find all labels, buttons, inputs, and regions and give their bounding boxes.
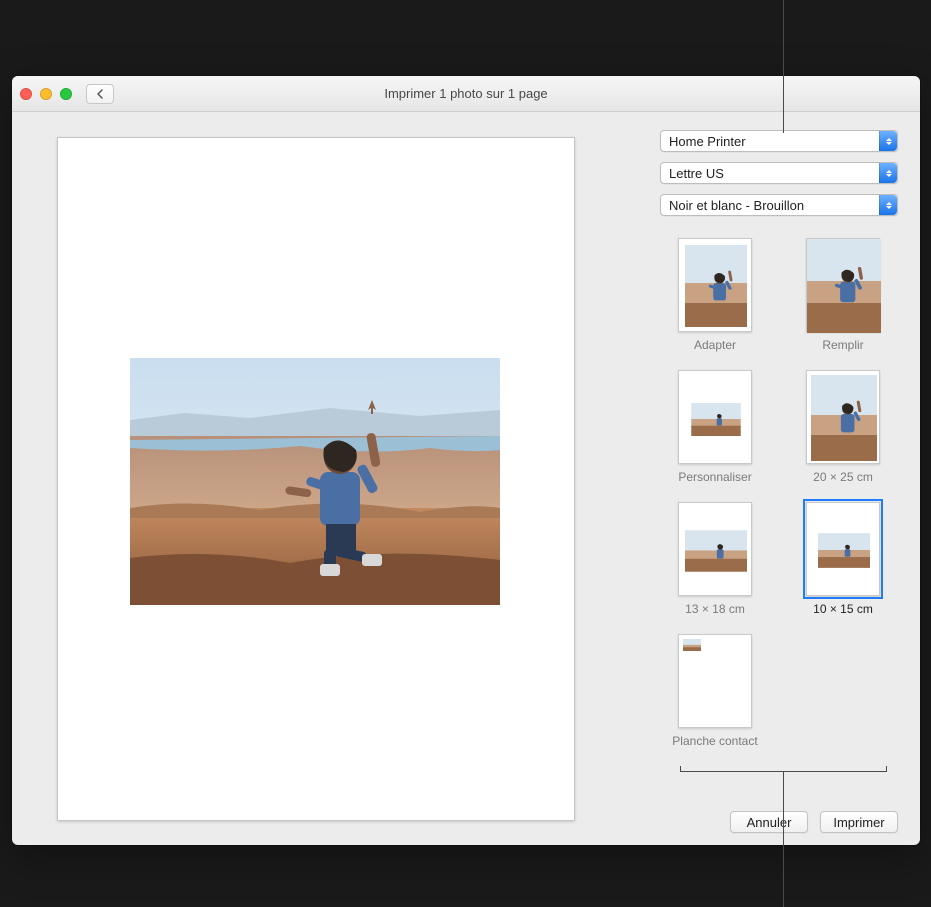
format-label: Personnaliser — [668, 470, 763, 484]
format-20x25[interactable]: 20 × 25 cm — [788, 370, 898, 484]
format-label: 13 × 18 cm — [668, 602, 763, 616]
format-label: Adapter — [668, 338, 763, 352]
format-thumb — [818, 533, 870, 568]
paper-select-value: Lettre US — [669, 166, 724, 181]
traffic-lights — [20, 88, 72, 100]
format-custom[interactable]: Personnaliser — [660, 370, 770, 484]
format-contact-sheet[interactable]: Planche contact — [660, 634, 770, 748]
chevron-left-icon — [96, 89, 104, 99]
dialog-actions: Annuler Imprimer — [660, 797, 898, 833]
paper-select[interactable]: Lettre US — [660, 162, 898, 184]
select-stepper-icon — [879, 195, 897, 215]
close-button[interactable] — [20, 88, 32, 100]
sidebar: Home Printer Lettre US Noir et blanc - B… — [650, 112, 920, 845]
back-button[interactable] — [86, 84, 114, 104]
callout-bracket-left-tick — [680, 766, 681, 772]
format-label: 10 × 15 cm — [796, 602, 891, 616]
zoom-button[interactable] — [60, 88, 72, 100]
printer-select[interactable]: Home Printer — [660, 130, 898, 152]
printer-select-value: Home Printer — [669, 134, 746, 149]
format-thumb — [691, 403, 741, 436]
callout-bracket-right — [783, 771, 887, 772]
format-label: Remplir — [796, 338, 891, 352]
print-button[interactable]: Imprimer — [820, 811, 898, 833]
preview-area — [12, 112, 650, 845]
preview-photo — [130, 358, 500, 605]
cancel-button[interactable]: Annuler — [730, 811, 808, 833]
format-thumb — [811, 375, 877, 461]
format-thumb — [807, 239, 881, 333]
format-label: Planche contact — [668, 734, 763, 748]
format-grid: Adapter — [660, 238, 898, 748]
print-window: Imprimer 1 photo sur 1 page — [12, 76, 920, 845]
format-thumb — [683, 639, 701, 651]
preview-page — [57, 137, 575, 821]
callout-line-bottom — [783, 772, 784, 907]
select-stepper-icon — [879, 163, 897, 183]
window-body: Home Printer Lettre US Noir et blanc - B… — [12, 112, 920, 845]
format-label: 20 × 25 cm — [796, 470, 891, 484]
minimize-button[interactable] — [40, 88, 52, 100]
callout-bracket-right-tick — [886, 766, 887, 772]
format-fit[interactable]: Adapter — [660, 238, 770, 352]
cancel-button-label: Annuler — [747, 815, 792, 830]
format-13x18[interactable]: 13 × 18 cm — [660, 502, 770, 616]
quality-select[interactable]: Noir et blanc - Brouillon — [660, 194, 898, 216]
format-10x15[interactable]: 10 × 15 cm — [788, 502, 898, 616]
format-fill[interactable]: Remplir — [788, 238, 898, 352]
callout-bracket-left — [680, 771, 784, 772]
quality-select-value: Noir et blanc - Brouillon — [669, 198, 804, 213]
format-thumb — [685, 529, 747, 573]
format-thumb — [685, 245, 747, 327]
print-button-label: Imprimer — [833, 815, 884, 830]
callout-line-top — [783, 0, 784, 133]
select-stepper-icon — [879, 131, 897, 151]
